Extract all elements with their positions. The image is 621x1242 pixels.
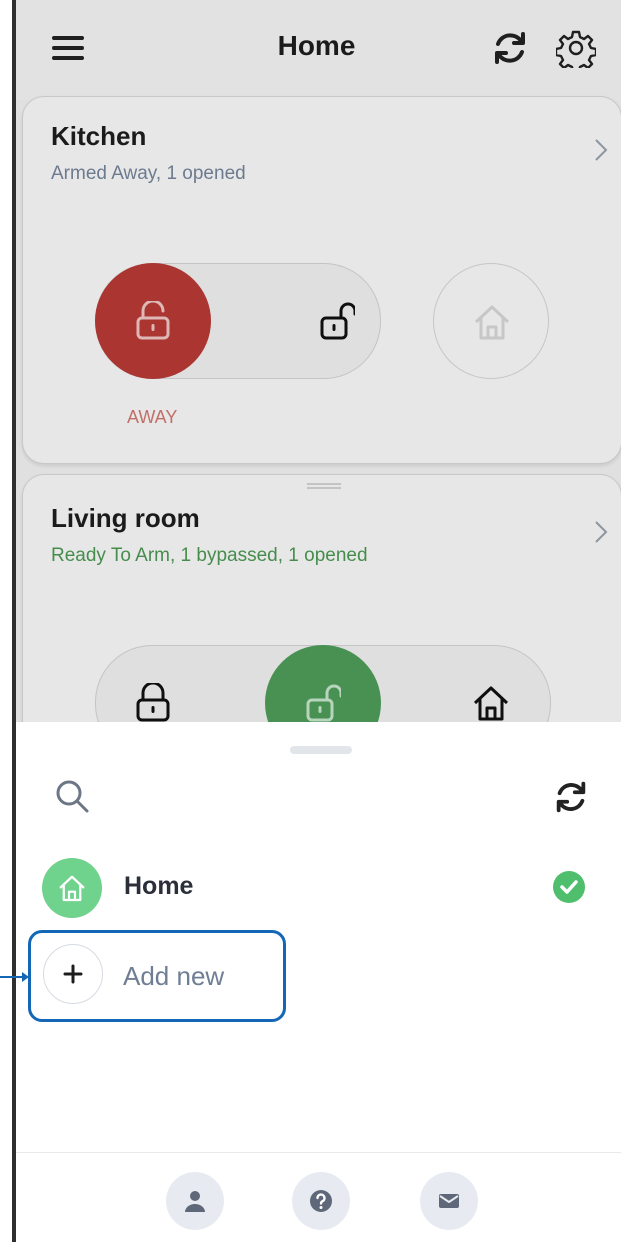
contact-button[interactable] (420, 1172, 478, 1230)
location-name: Home (124, 872, 194, 900)
search-icon[interactable] (54, 778, 90, 814)
refresh-icon[interactable] (552, 778, 590, 816)
help-icon (310, 1190, 332, 1212)
check-circle-icon (553, 871, 585, 903)
sheet-handle[interactable] (290, 746, 352, 754)
home-icon (59, 875, 85, 902)
location-avatar (42, 858, 102, 918)
add-circle (43, 944, 103, 1004)
profile-button[interactable] (166, 1172, 224, 1230)
app-frame: Home Kitchen Armed Away, 1 opened AWAY L… (12, 0, 621, 1242)
add-new-label: Add new (123, 961, 225, 991)
footer-divider (12, 1152, 621, 1153)
screen-edge (12, 0, 16, 1242)
location-item-home[interactable]: Home (42, 856, 602, 920)
location-bottom-sheet: Home Add new (12, 722, 621, 1242)
plus-icon (63, 964, 83, 984)
user-icon (185, 1191, 205, 1212)
mail-icon (439, 1194, 459, 1208)
add-new-location-button[interactable]: Add new (28, 930, 286, 1022)
help-button[interactable] (292, 1172, 350, 1230)
callout-arrow (22, 972, 29, 982)
